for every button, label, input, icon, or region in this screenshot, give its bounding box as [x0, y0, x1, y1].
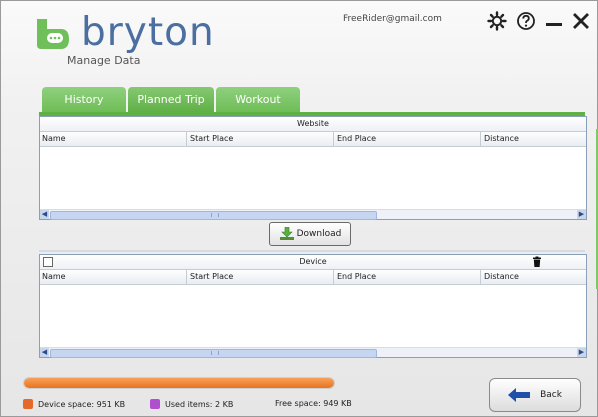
website-table-header: Name Start Place End Place Distance [40, 132, 586, 147]
trash-icon[interactable] [531, 256, 543, 268]
download-button-label: Download [296, 229, 342, 239]
page-title: Manage Data [67, 54, 141, 67]
column-divider[interactable] [333, 270, 334, 284]
free-space-label: Free space: 949 KB [275, 399, 352, 408]
device-table-title-bar: Device [40, 255, 586, 270]
column-header-start-place[interactable]: Start Place [188, 270, 233, 284]
used-items-swatch [150, 399, 160, 409]
column-header-name[interactable]: Name [40, 132, 66, 146]
legend-device-space: Device space: 951 KB [23, 399, 125, 409]
device-table: Device Name Start Place End Place Distan… [39, 254, 587, 358]
column-divider[interactable] [480, 132, 481, 146]
device-space-label: Device space: 951 KB [38, 399, 126, 409]
device-space-swatch [23, 399, 33, 409]
legend-used-items: Used items: 2 KB [150, 399, 233, 409]
scrollbar-thumb[interactable] [50, 349, 377, 358]
scroll-left-arrow-icon[interactable]: ◀ [40, 348, 49, 357]
help-icon [517, 12, 535, 30]
column-header-end-place[interactable]: End Place [335, 132, 376, 146]
legend-free-space: Free space: 949 KB [275, 399, 352, 408]
website-table-title: Website [40, 117, 586, 132]
device-table-header: Name Start Place End Place Distance [40, 270, 586, 285]
download-button[interactable]: Download [269, 222, 351, 246]
scroll-left-arrow-icon[interactable]: ◀ [40, 210, 49, 219]
section-divider [39, 250, 585, 252]
used-items-label: Used items: 2 KB [165, 399, 234, 409]
column-divider[interactable] [333, 132, 334, 146]
scroll-right-arrow-icon[interactable]: ▶ [577, 210, 586, 219]
select-all-checkbox[interactable] [43, 257, 53, 267]
device-table-body[interactable] [40, 285, 586, 347]
scrollbar-thumb[interactable] [50, 211, 377, 220]
settings-button[interactable] [484, 8, 510, 34]
account-email: FreeRider@gmail.com [343, 14, 442, 24]
website-table-body[interactable] [40, 147, 586, 209]
close-icon [573, 13, 589, 29]
storage-usage-fill [24, 378, 334, 388]
minimize-button[interactable] [541, 8, 567, 34]
website-table: Website Name Start Place End Place Dista… [39, 116, 587, 220]
back-button[interactable]: Back [489, 378, 581, 412]
column-header-distance[interactable]: Distance [482, 270, 519, 284]
tab-planned-trip[interactable]: Planned Trip [128, 87, 214, 112]
back-button-label: Back [540, 390, 562, 400]
column-header-name[interactable]: Name [40, 270, 66, 284]
column-divider[interactable] [480, 270, 481, 284]
storage-usage-bar [23, 377, 335, 389]
column-divider[interactable] [186, 270, 187, 284]
help-button[interactable] [513, 8, 539, 34]
manage-data-window: bryton Manage Data FreeRider@gmail.com H… [0, 0, 598, 417]
column-header-start-place[interactable]: Start Place [188, 132, 233, 146]
bryton-logo-icon [37, 19, 69, 49]
tab-workout[interactable]: Workout [216, 87, 300, 112]
website-horizontal-scrollbar[interactable]: ◀ ▶ [40, 209, 586, 220]
column-divider[interactable] [186, 132, 187, 146]
column-header-distance[interactable]: Distance [482, 132, 519, 146]
minimize-icon [546, 23, 562, 26]
device-table-title: Device [299, 257, 327, 266]
scroll-right-arrow-icon[interactable]: ▶ [577, 348, 586, 357]
brand-name: bryton [81, 10, 215, 55]
column-header-end-place[interactable]: End Place [335, 270, 376, 284]
back-arrow-icon [508, 388, 531, 402]
close-button[interactable] [568, 8, 594, 34]
download-arrow-icon [279, 227, 294, 240]
device-horizontal-scrollbar[interactable]: ◀ ▶ [40, 347, 586, 358]
tab-history[interactable]: History [42, 87, 126, 112]
gear-icon [487, 11, 507, 31]
